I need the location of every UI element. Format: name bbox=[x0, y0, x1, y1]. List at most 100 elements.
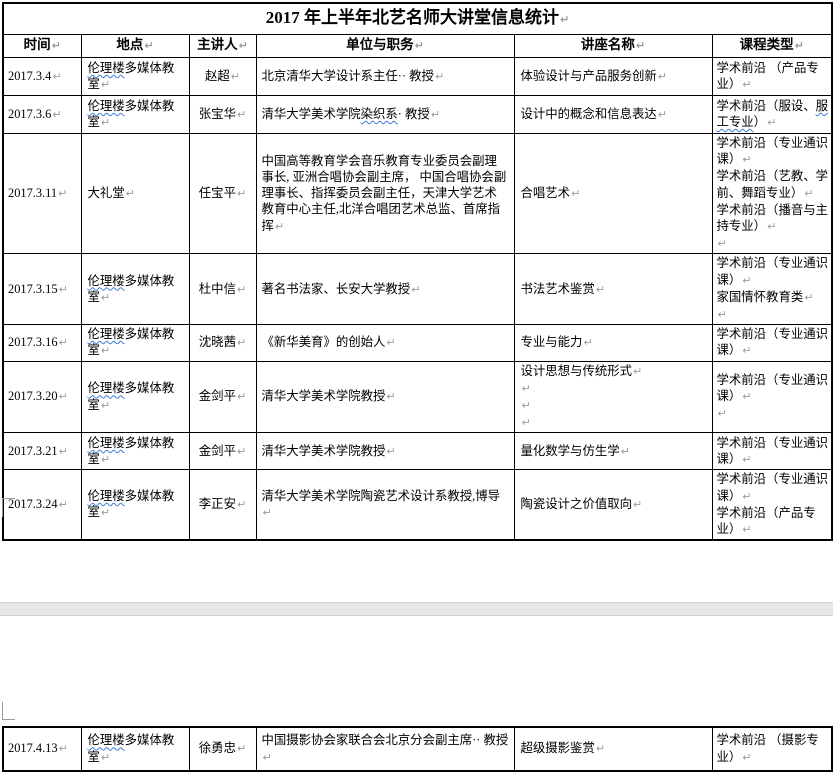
cell-course-type: 学术前沿（服设、服工专业）↵ bbox=[712, 96, 832, 134]
table-row: 2017.3.20↵伦理楼多媒体教室↵金剑平↵清华大学美术学院教授↵设计思想与传… bbox=[3, 361, 832, 433]
cell-paragraph: 伦理楼多媒体教室↵ bbox=[88, 98, 181, 131]
cell-course-type: 学术前沿 （摄影专业）↵ bbox=[712, 727, 832, 771]
paragraph-mark: ↵ bbox=[560, 13, 569, 26]
cell-paragraph: 书法艺术鉴赏↵ bbox=[521, 281, 706, 298]
cell-paragraph: 中国高等教育学会音乐教育专业委员会副理事长, 亚洲合唱协会副主席， 中国合唱协会… bbox=[262, 153, 509, 235]
paragraph-mark: ↵ bbox=[742, 523, 751, 536]
cell-paragraph: 张宝华↵ bbox=[192, 106, 254, 123]
paragraph-mark: ↵ bbox=[263, 506, 272, 519]
cell-paragraph: 2017.3.6↵ bbox=[8, 106, 79, 123]
cell-course-type: 学术前沿（专业通识课）↵学术前沿（艺教、学前、舞蹈专业）↵学术前沿（播音与主持专… bbox=[712, 134, 832, 254]
paragraph-mark: ↵ bbox=[101, 291, 110, 304]
paragraph-mark: ↵ bbox=[59, 336, 68, 349]
cell-location: 伦理楼多媒体教室↵ bbox=[81, 470, 189, 540]
paragraph-mark: ↵ bbox=[101, 344, 110, 357]
paragraph-mark: ↵ bbox=[101, 116, 110, 129]
cell-lecture-name: 超级摄影鉴赏↵ bbox=[514, 727, 712, 771]
paragraph-mark: ↵ bbox=[237, 390, 246, 403]
paragraph-mark: ↵ bbox=[237, 336, 246, 349]
cell-location: 大礼堂↵ bbox=[81, 134, 189, 254]
cell-location: 伦理楼多媒体教室↵ bbox=[81, 254, 189, 325]
paragraph-mark: ↵ bbox=[52, 108, 61, 121]
spellcheck-underline: 伦理楼 bbox=[88, 61, 125, 75]
paragraph-mark: ↵ bbox=[633, 498, 642, 511]
cell-unit-position: 中国高等教育学会音乐教育专业委员会副理事长, 亚洲合唱协会副主席， 中国合唱协会… bbox=[256, 134, 514, 254]
cell-speaker: 沈晓茜↵ bbox=[189, 325, 256, 361]
cell-paragraph: 设计中的概念和信息表达↵ bbox=[521, 106, 706, 123]
spellcheck-underline: 伦理楼 bbox=[88, 99, 125, 113]
table-header-row: 时间↵地点↵主讲人↵单位与职务↵讲座名称↵课程类型↵ bbox=[3, 35, 832, 58]
cell-paragraph: 中国摄影协会家联合会北京分会副主席·· 教授↵ bbox=[262, 732, 509, 765]
cell-speaker: 徐勇忠↵ bbox=[189, 727, 256, 771]
cell-paragraph: 2017.3.4↵ bbox=[8, 68, 79, 85]
cell-paragraph: 金剑平↵ bbox=[192, 443, 254, 460]
paragraph-mark: ↵ bbox=[742, 344, 751, 357]
spellcheck-underline: 伦理楼 bbox=[88, 436, 125, 450]
paragraph-mark: ↵ bbox=[742, 751, 751, 764]
paragraph-mark: ↵ bbox=[126, 187, 135, 200]
column-header: 单位与职务↵ bbox=[256, 35, 514, 58]
cell-unit-position: 北京清华大学设计系主任·· 教授↵ bbox=[256, 58, 514, 96]
cell-unit-position: 中国摄影协会家联合会北京分会副主席·· 教授↵ bbox=[256, 727, 514, 771]
cell-course-type: 学术前沿（专业通识课）↵ bbox=[712, 433, 832, 470]
cell-paragraph: 2017.4.13↵ bbox=[8, 740, 79, 757]
paragraph-mark: ↵ bbox=[144, 39, 153, 52]
cell-date: 2017.4.13↵ bbox=[3, 727, 81, 771]
paragraph-mark: ↵ bbox=[621, 445, 630, 458]
cell-lecture-name: 体验设计与产品服务创新↵ bbox=[514, 58, 712, 96]
paragraph-mark: ↵ bbox=[386, 390, 395, 403]
cell-paragraph: 李正安↵ bbox=[192, 496, 254, 513]
cell-paragraph: 学术前沿（专业通识课）↵ bbox=[717, 326, 830, 359]
cell-date: 2017.3.6↵ bbox=[3, 96, 81, 134]
table-row: 2017.3.24↵伦理楼多媒体教室↵李正安↵清华大学美术学院陶瓷艺术设计系教授… bbox=[3, 470, 832, 540]
table-row: 2017.3.21↵伦理楼多媒体教室↵金剑平↵清华大学美术学院教授↵量化数学与仿… bbox=[3, 433, 832, 470]
spellcheck-underline: 伦理楼 bbox=[88, 489, 125, 503]
cell-paragraph: 合唱艺术↵ bbox=[521, 185, 706, 202]
spellcheck-underline: 伦理楼 bbox=[88, 327, 125, 341]
table-row: 2017.3.6↵伦理楼多媒体教室↵张宝华↵清华大学美术学院染织系· 教授↵设计… bbox=[3, 96, 832, 134]
cell-paragraph: ↵ bbox=[717, 306, 830, 323]
spellcheck-underline: 伦理楼 bbox=[88, 381, 125, 395]
cell-location: 伦理楼多媒体教室↵ bbox=[81, 325, 189, 361]
cell-speaker: 任宝平↵ bbox=[189, 134, 256, 254]
cell-speaker: 赵超↵ bbox=[189, 58, 256, 96]
paragraph-mark: ↵ bbox=[742, 453, 751, 466]
cell-date: 2017.3.16↵ bbox=[3, 325, 81, 361]
paragraph-mark: ↵ bbox=[275, 220, 284, 233]
cell-paragraph: 2017.3.11↵ bbox=[8, 185, 79, 202]
cell-paragraph: 量化数学与仿生学↵ bbox=[521, 443, 706, 460]
cell-speaker: 金剑平↵ bbox=[189, 433, 256, 470]
paragraph-mark: ↵ bbox=[237, 445, 246, 458]
paragraph-mark: ↵ bbox=[386, 336, 395, 349]
cell-paragraph: 学术前沿（专业通识课）↵ bbox=[717, 255, 830, 288]
paragraph-mark: ↵ bbox=[718, 407, 727, 420]
cell-speaker: 杜中信↵ bbox=[189, 254, 256, 325]
paragraph-mark: ↵ bbox=[742, 153, 751, 166]
paragraph-mark: ↵ bbox=[804, 291, 813, 304]
cell-paragraph: 2017.3.15↵ bbox=[8, 281, 79, 298]
cell-paragraph: 伦理楼多媒体教室↵ bbox=[88, 60, 181, 93]
page-break-separator bbox=[0, 602, 833, 616]
spellcheck-underline: 染织系 bbox=[361, 107, 398, 121]
paragraph-mark: ↵ bbox=[237, 108, 246, 121]
cell-course-type: 学术前沿（专业通识课）↵ ↵ bbox=[712, 361, 832, 433]
cell-speaker: 李正安↵ bbox=[189, 470, 256, 540]
cell-paragraph: 著名书法家、长安大学教授↵ bbox=[262, 281, 509, 298]
cell-paragraph: 清华大学美术学院教授↵ bbox=[262, 443, 509, 460]
cell-paragraph: 家国情怀教育类↵ bbox=[717, 289, 830, 306]
cell-paragraph: ↵ bbox=[717, 235, 830, 252]
paragraph-mark: ↵ bbox=[571, 187, 580, 200]
paragraph-mark: ↵ bbox=[435, 70, 444, 83]
paragraph-mark: ↵ bbox=[522, 399, 531, 412]
paragraph-mark: ↵ bbox=[718, 237, 727, 250]
paragraph-mark: ↵ bbox=[658, 108, 667, 121]
table-body-continued: 2017.4.13↵伦理楼多媒体教室↵徐勇忠↵中国摄影协会家联合会北京分会副主席… bbox=[3, 727, 832, 771]
cell-paragraph: 学术前沿 （摄影专业）↵ bbox=[717, 732, 830, 765]
cell-paragraph: ↵ bbox=[717, 405, 830, 422]
cell-paragraph: 学术前沿 （产品专业）↵ bbox=[717, 60, 830, 93]
cell-paragraph: 徐勇忠↵ bbox=[192, 740, 254, 757]
paragraph-mark: ↵ bbox=[522, 382, 531, 395]
cell-paragraph: 学术前沿（专业通识课）↵ bbox=[717, 372, 830, 405]
cell-paragraph: 清华大学美术学院陶瓷艺术设计系教授,博导↵ bbox=[262, 488, 509, 521]
lecture-info-table-continued: 2017.4.13↵伦理楼多媒体教室↵徐勇忠↵中国摄影协会家联合会北京分会副主席… bbox=[2, 726, 833, 772]
